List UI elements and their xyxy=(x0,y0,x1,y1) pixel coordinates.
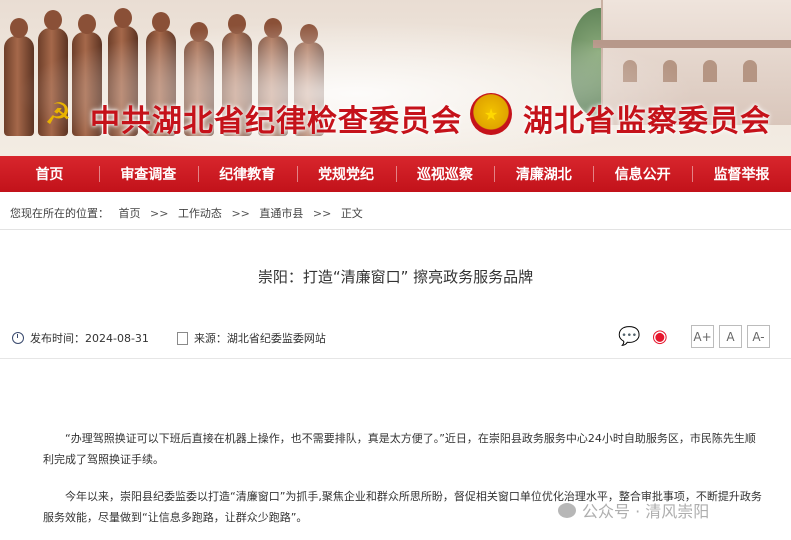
breadcrumb-item-current: 正文 xyxy=(340,207,363,220)
share-toolbar: 💬 ◉ A+ A A- xyxy=(618,325,770,348)
breadcrumb-item-work-news[interactable]: 工作动态 xyxy=(178,207,222,220)
nav-item-clean-hubei[interactable]: 清廉湖北 xyxy=(494,164,593,184)
font-default-button[interactable]: A xyxy=(719,325,742,348)
wechat-account-icon xyxy=(558,502,576,518)
clock-icon xyxy=(12,332,24,344)
main-nav: 首页 审查调查 纪律教育 党规党纪 巡视巡察 清廉湖北 信息公开 监督举报 xyxy=(0,156,791,192)
breadcrumb-separator: >> xyxy=(312,207,332,220)
divider xyxy=(0,358,791,359)
breadcrumb-separator: >> xyxy=(231,207,250,220)
watermark: 公众号 · 清风崇阳 xyxy=(558,498,709,522)
nav-item-discipline-education[interactable]: 纪律教育 xyxy=(197,164,297,184)
national-emblem-icon: ★ xyxy=(470,93,512,135)
document-icon xyxy=(176,331,188,345)
font-increase-button[interactable]: A+ xyxy=(691,325,714,348)
article-source: 来源：湖北省纪委监委网站 xyxy=(193,332,326,345)
publish-time: 发布时间：2024-08-31 xyxy=(30,332,149,345)
watermark-text: 公众号 · 清风崇阳 xyxy=(582,502,710,521)
breadcrumb: 您现在所在的位置： 首页 >> 工作动态 >> 直通市县 >> 正文 xyxy=(10,205,369,221)
breadcrumb-separator: >> xyxy=(150,207,169,220)
header-right-title: 湖北省监察委员会 xyxy=(523,104,771,139)
divider xyxy=(0,229,791,230)
breadcrumb-item-city-county[interactable]: 直通市县 xyxy=(259,207,303,220)
wechat-icon[interactable]: 💬 xyxy=(618,326,642,347)
breadcrumb-prefix: 您现在所在的位置： xyxy=(10,207,109,220)
font-decrease-button[interactable]: A- xyxy=(747,325,770,348)
nav-item-info-disclosure[interactable]: 信息公开 xyxy=(593,164,692,184)
nav-item-report[interactable]: 监督举报 xyxy=(692,164,791,184)
breadcrumb-item-home[interactable]: 首页 xyxy=(119,207,141,220)
nav-item-party-rules[interactable]: 党规党纪 xyxy=(296,164,396,184)
nav-item-inspection[interactable]: 巡视巡察 xyxy=(395,164,495,184)
nav-item-investigation[interactable]: 审查调查 xyxy=(98,164,198,184)
article-meta: 发布时间：2024-08-31 来源：湖北省纪委监委网站 xyxy=(12,330,326,346)
party-emblem-icon: ☭ xyxy=(44,96,72,132)
header-banner: ☭ 中共湖北省纪律检查委员会 ★ 湖北省监察委员会 xyxy=(0,0,791,156)
article-paragraph: “办理驾照换证可以下班后直接在机器上操作，也不需要排队，真是太方便了。”近日，在… xyxy=(43,432,756,466)
nav-item-home[interactable]: 首页 xyxy=(0,164,99,184)
weibo-icon[interactable]: ◉ xyxy=(652,326,676,347)
article-title: 崇阳：打造“清廉窗口” 擦亮政务服务品牌 xyxy=(257,268,534,286)
header-left-title: 中共湖北省纪律检查委员会 xyxy=(90,104,462,139)
